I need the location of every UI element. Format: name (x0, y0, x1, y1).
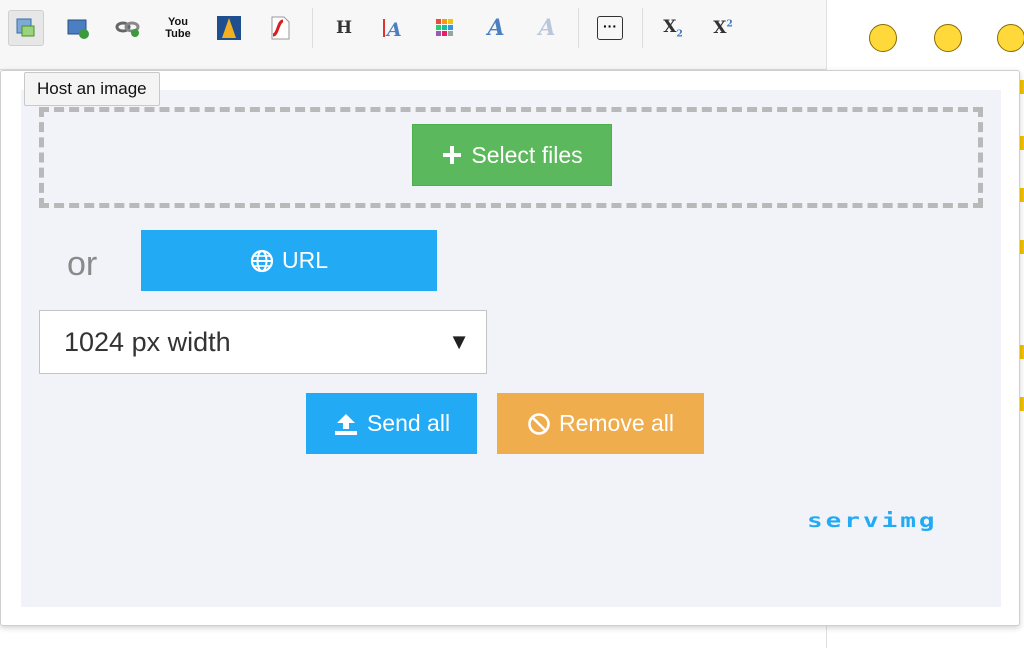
toolbar-separator (642, 8, 643, 48)
send-all-label: Send all (366, 410, 451, 436)
width-select[interactable]: 1024 px width ▼ (39, 310, 487, 374)
font-family-button[interactable]: A (478, 10, 514, 46)
subscript-icon: X2 (663, 16, 683, 40)
file-dropzone[interactable]: Select files (39, 107, 983, 208)
host-image-tooltip: Host an image (24, 72, 160, 106)
caret-down-icon: ▼ (448, 329, 470, 354)
ban-icon (528, 412, 550, 435)
font-size-icon: A (383, 19, 402, 40)
remove-all-button[interactable]: Remove all (497, 393, 704, 454)
subscript-button[interactable]: X2 (655, 10, 691, 46)
font-family-icon: A (487, 15, 505, 41)
insert-flash-button[interactable] (262, 10, 298, 46)
superscript-icon: X2 (713, 18, 733, 38)
heading-button[interactable]: H (326, 10, 362, 46)
host-image-button[interactable] (8, 10, 44, 46)
insert-youtube-button[interactable]: You Tube (160, 10, 196, 46)
image-upload-icon (16, 18, 35, 37)
upload-icon (334, 413, 357, 435)
plus-icon (443, 146, 462, 164)
svg-text:A: A (385, 19, 402, 40)
editor-toolbar: You Tube H A A A ··· X2 X2 (0, 0, 826, 70)
smile-smiley-icon[interactable] (934, 24, 962, 52)
link-icon (115, 21, 140, 37)
toolbar-separator (578, 8, 579, 48)
more-icon: ··· (597, 16, 623, 40)
send-all-button[interactable]: Send all (306, 393, 477, 454)
insert-image-button[interactable] (60, 10, 96, 46)
color-button[interactable] (427, 10, 463, 46)
sad-smiley-icon[interactable] (997, 24, 1024, 52)
font-size-button[interactable]: A (374, 10, 410, 46)
heading-icon: H (335, 18, 353, 38)
insert-link-button[interactable] (110, 10, 146, 46)
servimg-logo[interactable]: servimg (807, 510, 938, 533)
or-label: or (67, 245, 98, 283)
image-add-icon (67, 19, 89, 39)
clear-format-icon: A (538, 15, 556, 41)
remove-all-label: Remove all (558, 410, 675, 436)
insert-dailymotion-button[interactable] (211, 10, 247, 46)
upload-panel: Select files or URL 1024 px width ▼ Send… (21, 90, 1001, 607)
youtube-icon: You Tube (165, 16, 191, 40)
url-label: URL (281, 247, 328, 273)
url-button[interactable]: URL (141, 230, 437, 291)
dailymotion-icon (217, 16, 241, 40)
select-files-button[interactable]: Select files (412, 124, 612, 186)
remove-format-button[interactable]: A (529, 10, 565, 46)
select-files-label: Select files (471, 141, 583, 168)
toolbar-separator (312, 8, 313, 48)
color-palette-icon (436, 19, 453, 36)
width-select-value: 1024 px width (64, 327, 231, 357)
image-host-dialog: Select files or URL 1024 px width ▼ Send… (0, 70, 1020, 626)
more-button[interactable]: ··· (592, 10, 628, 46)
laughing-smiley-icon[interactable] (869, 24, 897, 52)
globe-icon (250, 249, 274, 272)
flash-icon (271, 16, 290, 40)
superscript-button[interactable]: X2 (705, 10, 741, 46)
